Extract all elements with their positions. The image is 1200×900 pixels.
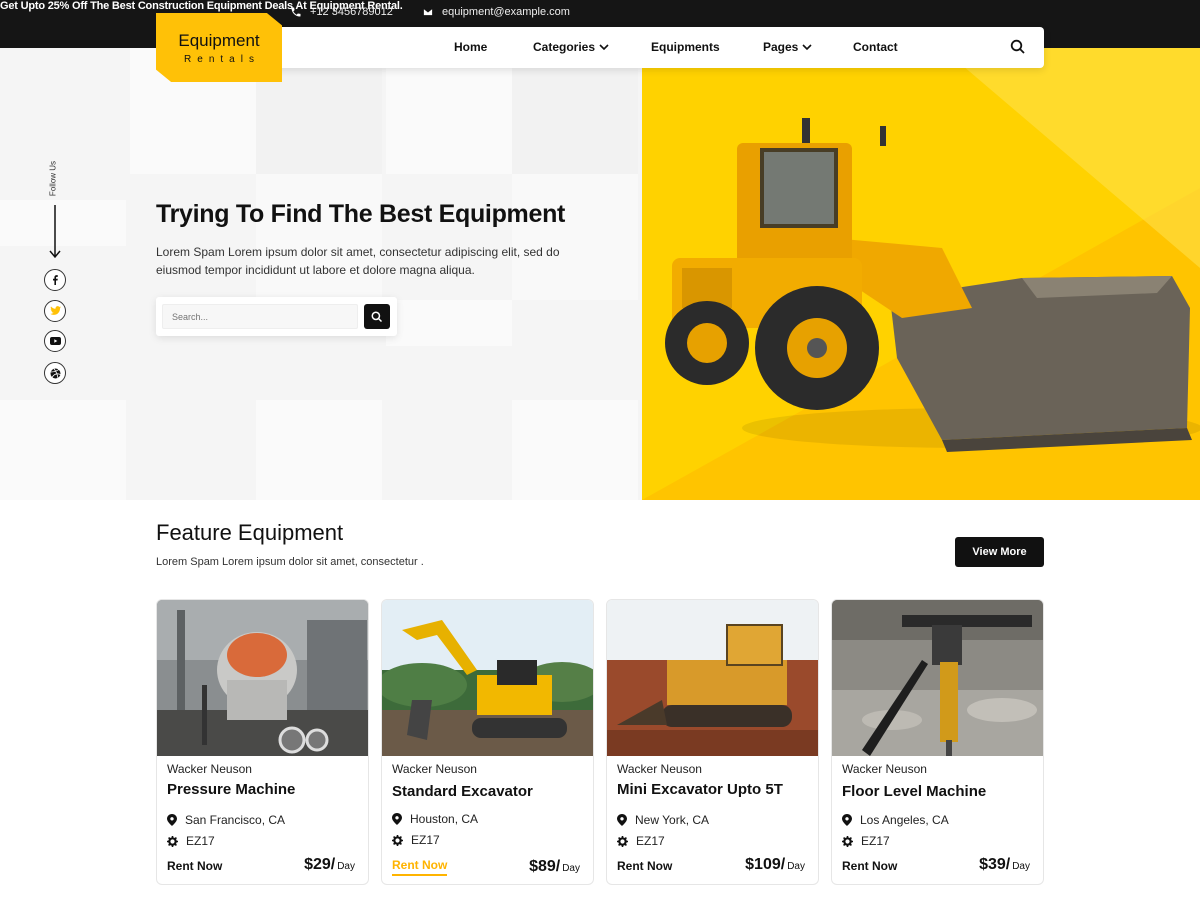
card-location: Los Angeles, CA <box>842 813 949 827</box>
phone-icon <box>291 7 301 17</box>
bg-tile <box>256 174 382 300</box>
nav-pages[interactable]: Pages <box>763 40 812 54</box>
card-title: Floor Level Machine <box>842 783 987 800</box>
card-image <box>607 600 818 756</box>
card-title: Standard Excavator <box>392 783 533 800</box>
bg-tile <box>256 400 382 500</box>
gear-icon <box>842 835 853 847</box>
card-model: EZ17 <box>167 834 215 848</box>
section-subtitle: Lorem Spam Lorem ipsum dolor sit amet, c… <box>156 556 424 568</box>
card-image <box>382 600 593 756</box>
card-model: EZ17 <box>392 833 440 847</box>
card-image <box>157 600 368 756</box>
site-logo[interactable]: Equipment Rentals <box>156 13 282 82</box>
dribbble-icon[interactable] <box>44 362 66 384</box>
location-text: Los Angeles, CA <box>860 813 949 827</box>
chevron-down-icon <box>802 44 812 51</box>
promo-text: Get Upto 25% Off The Best Construction E… <box>0 0 403 12</box>
youtube-icon[interactable] <box>44 330 66 352</box>
facebook-icon[interactable] <box>44 269 66 291</box>
mail-icon <box>423 8 433 16</box>
rent-now-link[interactable]: Rent Now <box>842 859 897 873</box>
search-icon <box>371 311 383 322</box>
card-location: Houston, CA <box>392 812 478 826</box>
card-price: $109/Day <box>745 856 805 873</box>
nav-contact[interactable]: Contact <box>853 40 898 54</box>
main-navbar: Home Categories Equipments Pages Contact <box>220 27 1044 68</box>
card-brand: Wacker Neuson <box>842 762 927 776</box>
model-text: EZ17 <box>186 834 215 848</box>
equipment-card[interactable]: Wacker Neuson Floor Level Machine Los An… <box>831 599 1044 885</box>
location-pin-icon <box>392 813 402 825</box>
rent-now-link[interactable]: Rent Now <box>167 859 222 873</box>
nav-label: Categories <box>533 40 596 54</box>
card-model: EZ17 <box>617 834 665 848</box>
card-location: San Francisco, CA <box>167 813 285 827</box>
card-model: EZ17 <box>842 834 890 848</box>
hero-description: Lorem Spam Lorem ipsum dolor sit amet, c… <box>156 245 560 277</box>
card-price: $29/Day <box>304 856 355 873</box>
bg-tile <box>512 174 638 300</box>
search-icon[interactable] <box>1010 39 1026 55</box>
hero-image-panel <box>642 48 1200 500</box>
wheel-loader-illustration <box>642 48 1200 500</box>
location-pin-icon <box>842 814 852 826</box>
bg-tile <box>0 400 126 500</box>
gear-icon <box>617 835 628 847</box>
bg-tile <box>0 200 126 246</box>
nav-equipments[interactable]: Equipments <box>651 40 720 54</box>
nav-label: Pages <box>763 40 799 54</box>
gear-icon <box>167 835 178 847</box>
location-text: San Francisco, CA <box>185 813 286 827</box>
nav-label: Contact <box>853 40 898 54</box>
equipment-card[interactable]: Wacker Neuson Standard Excavator Houston… <box>381 599 594 885</box>
equipment-card[interactable]: Wacker Neuson Mini Excavator Upto 5T New… <box>606 599 819 885</box>
card-brand: Wacker Neuson <box>617 762 702 776</box>
location-pin-icon <box>167 814 177 826</box>
logo-subtitle: Rentals <box>184 54 260 65</box>
hero-title: Trying To Find The Best Equipment <box>156 200 566 228</box>
equipment-card[interactable]: Wacker Neuson Pressure Machine San Franc… <box>156 599 369 885</box>
view-more-button[interactable]: View More <box>955 537 1044 567</box>
model-text: EZ17 <box>861 834 890 848</box>
card-price: $39/Day <box>979 856 1030 873</box>
location-text: New York, CA <box>635 813 710 827</box>
model-text: EZ17 <box>411 833 440 847</box>
location-text: Houston, CA <box>410 812 479 826</box>
rent-now-link[interactable]: Rent Now <box>617 859 672 873</box>
twitter-icon[interactable] <box>44 300 66 322</box>
logo-title: Equipment <box>178 31 260 50</box>
email-contact[interactable]: equipment@example.com <box>422 6 570 18</box>
phone-number: +12 3456789012 <box>310 6 393 18</box>
hero-search <box>156 297 397 336</box>
card-title: Mini Excavator Upto 5T <box>617 781 783 798</box>
card-image <box>832 600 1043 756</box>
nav-label: Home <box>454 40 488 54</box>
nav-home[interactable]: Home <box>454 40 487 54</box>
section-title: Feature Equipment <box>156 520 344 545</box>
nav-label: Equipments <box>651 40 720 54</box>
search-input[interactable] <box>162 304 358 329</box>
location-pin-icon <box>617 814 627 826</box>
gear-icon <box>392 834 403 846</box>
card-location: New York, CA <box>617 813 709 827</box>
card-brand: Wacker Neuson <box>167 762 252 776</box>
bg-tile <box>512 400 638 500</box>
card-title: Pressure Machine <box>167 781 296 798</box>
phone-contact[interactable]: +12 3456789012 <box>290 6 393 18</box>
card-price: $89/Day <box>529 858 580 875</box>
email-address: equipment@example.com <box>442 6 570 18</box>
rent-now-link[interactable]: Rent Now <box>392 858 448 876</box>
chevron-down-icon <box>599 44 609 51</box>
arrow-down-icon <box>49 205 61 259</box>
nav-categories[interactable]: Categories <box>533 40 609 54</box>
bg-tile <box>386 300 512 346</box>
card-brand: Wacker Neuson <box>392 762 477 776</box>
follow-us-label: Follow Us <box>48 160 58 197</box>
model-text: EZ17 <box>636 834 665 848</box>
search-button[interactable] <box>364 304 390 329</box>
